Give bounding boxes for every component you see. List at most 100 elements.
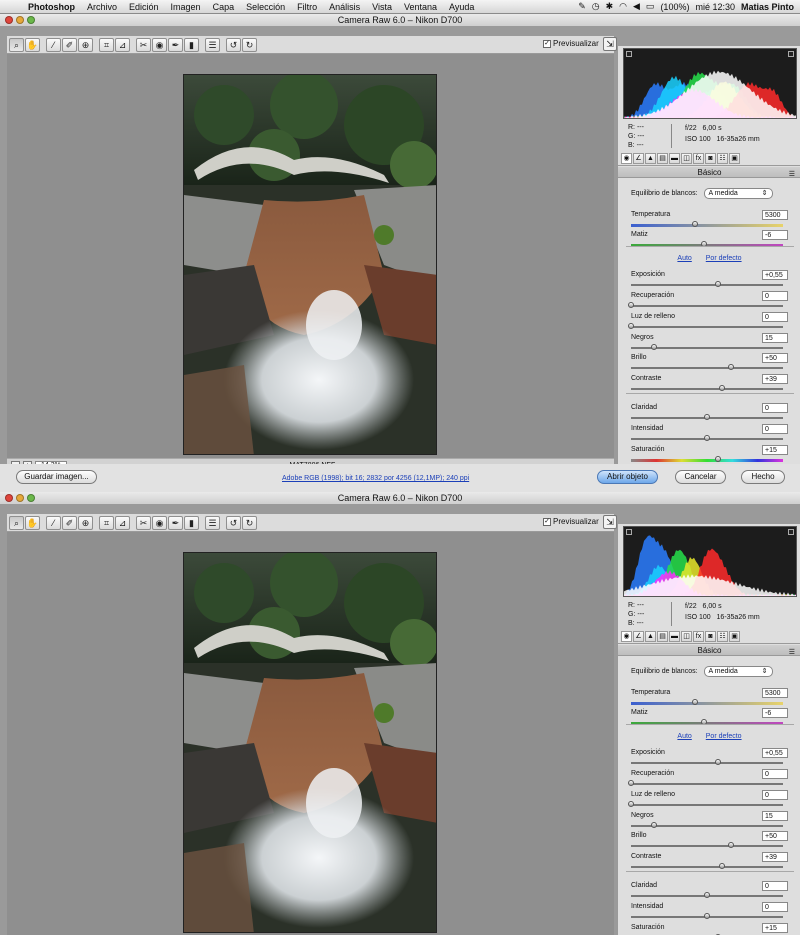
contraste-value-field[interactable]: +39 bbox=[762, 852, 788, 862]
shadow-clipping-icon[interactable] bbox=[626, 529, 632, 535]
close-window-icon[interactable] bbox=[5, 16, 13, 24]
matiz-value-field[interactable]: -6 bbox=[762, 230, 788, 240]
volume-icon[interactable]: ◀ bbox=[633, 1, 640, 12]
exposicion-value-field[interactable]: +0,55 bbox=[762, 748, 788, 758]
open-object-button[interactable]: Abrir objeto bbox=[597, 470, 658, 484]
color-sampler-icon[interactable]: ✐ bbox=[62, 37, 77, 52]
intensidad-slider-thumb[interactable] bbox=[704, 913, 710, 919]
menu-analisis[interactable]: Análisis bbox=[323, 2, 366, 12]
adjustment-brush-icon[interactable]: ✒ bbox=[168, 37, 183, 52]
negros-slider[interactable] bbox=[631, 344, 783, 350]
preferences-icon[interactable]: ☰ bbox=[205, 515, 220, 530]
time-machine-icon[interactable]: ◷ bbox=[592, 1, 600, 12]
menu-photoshop[interactable]: Photoshop bbox=[22, 2, 81, 12]
brillo-slider-thumb[interactable] bbox=[728, 842, 735, 848]
white-balance-select[interactable]: A medida ⇕ bbox=[703, 188, 773, 199]
tab-presets[interactable]: ☷ bbox=[717, 153, 728, 164]
tab-split-toning[interactable]: ▬ bbox=[669, 153, 680, 164]
contraste-value-field[interactable]: +39 bbox=[762, 374, 788, 384]
brillo-slider-thumb[interactable] bbox=[728, 364, 735, 370]
close-window-icon[interactable] bbox=[5, 494, 13, 502]
auto-link[interactable]: Auto bbox=[677, 255, 691, 262]
cancel-button[interactable]: Cancelar bbox=[675, 470, 726, 484]
red-eye-icon[interactable]: ◉ bbox=[152, 515, 167, 530]
rotate-ccw-icon[interactable]: ↺ bbox=[226, 37, 241, 52]
tab-effects[interactable]: fx bbox=[693, 631, 704, 642]
intensidad-slider-thumb[interactable] bbox=[704, 435, 710, 441]
red-eye-icon[interactable]: ◉ bbox=[152, 37, 167, 52]
graduated-filter-icon[interactable]: ▮ bbox=[184, 515, 199, 530]
luz-de-relleno-slider-thumb[interactable] bbox=[628, 323, 634, 329]
menu-imagen[interactable]: Imagen bbox=[165, 2, 207, 12]
battery-icon[interactable]: ▭ bbox=[646, 1, 655, 12]
tab-tone-curve[interactable]: ∠ bbox=[633, 631, 644, 642]
intensidad-slider[interactable] bbox=[631, 435, 783, 441]
menu-ayuda[interactable]: Ayuda bbox=[443, 2, 480, 12]
hand-icon[interactable]: ✋ bbox=[25, 37, 40, 52]
tab-basic[interactable]: ◉ bbox=[621, 631, 632, 642]
saturacion-slider[interactable] bbox=[631, 456, 783, 462]
luz-de-relleno-value-field[interactable]: 0 bbox=[762, 312, 788, 322]
graduated-filter-icon[interactable]: ▮ bbox=[184, 37, 199, 52]
straighten-icon[interactable]: ⊿ bbox=[115, 37, 130, 52]
zoom-window-icon[interactable] bbox=[27, 16, 35, 24]
scripts-icon[interactable]: ✎ bbox=[578, 1, 586, 12]
spot-removal-icon[interactable]: ✂ bbox=[136, 37, 151, 52]
tab-hsl[interactable]: ▤ bbox=[657, 153, 668, 164]
adjustment-brush-icon[interactable]: ✒ bbox=[168, 515, 183, 530]
preview-checkbox[interactable]: ✓ bbox=[543, 39, 551, 48]
recuperacion-slider[interactable] bbox=[628, 780, 783, 786]
brillo-value-field[interactable]: +50 bbox=[762, 353, 788, 363]
exposicion-slider[interactable] bbox=[631, 281, 783, 287]
temperatura-slider[interactable] bbox=[631, 699, 783, 705]
menu-archivo[interactable]: Archivo bbox=[81, 2, 123, 12]
menu-ventana[interactable]: Ventana bbox=[398, 2, 443, 12]
clock[interactable]: mié 12:30 bbox=[695, 2, 735, 12]
saturacion-value-field[interactable]: +15 bbox=[762, 445, 788, 455]
exposicion-slider[interactable] bbox=[631, 759, 783, 765]
luz-de-relleno-slider[interactable] bbox=[628, 801, 783, 807]
brillo-slider[interactable] bbox=[631, 364, 783, 370]
negros-slider[interactable] bbox=[631, 822, 783, 828]
saturacion-slider-thumb[interactable] bbox=[714, 456, 721, 462]
zoom-icon[interactable]: ⌕ bbox=[9, 37, 24, 52]
done-button[interactable]: Hecho bbox=[741, 470, 785, 484]
auto-link[interactable]: Auto bbox=[677, 733, 691, 740]
temperatura-slider-thumb[interactable] bbox=[691, 221, 698, 227]
contraste-slider-thumb[interactable] bbox=[719, 385, 726, 391]
target-adjust-icon[interactable]: ⊕ bbox=[78, 37, 93, 52]
fullscreen-icon[interactable]: ⇲ bbox=[603, 37, 617, 51]
save-image-button[interactable]: Guardar imagen... bbox=[16, 470, 97, 484]
temperatura-value-field[interactable]: 5300 bbox=[762, 210, 788, 220]
claridad-value-field[interactable]: 0 bbox=[762, 881, 788, 891]
tab-camera-calibration[interactable]: ◙ bbox=[705, 631, 716, 642]
preview-checkbox[interactable]: ✓ bbox=[543, 517, 551, 526]
intensidad-value-field[interactable]: 0 bbox=[762, 902, 788, 912]
contraste-slider[interactable] bbox=[631, 385, 783, 391]
shadow-clipping-icon[interactable] bbox=[626, 51, 632, 57]
tab-tone-curve[interactable]: ∠ bbox=[633, 153, 644, 164]
menu-vista[interactable]: Vista bbox=[366, 2, 398, 12]
workflow-options-link[interactable]: Adobe RGB (1998); bit 16; 2832 por 4256 … bbox=[282, 475, 469, 482]
intensidad-slider[interactable] bbox=[631, 913, 783, 919]
negros-slider-thumb[interactable] bbox=[650, 822, 657, 828]
tab-snapshots[interactable]: ▣ bbox=[729, 153, 740, 164]
minimize-window-icon[interactable] bbox=[16, 16, 24, 24]
hand-icon[interactable]: ✋ bbox=[25, 515, 40, 530]
tab-presets[interactable]: ☷ bbox=[717, 631, 728, 642]
wifi-icon[interactable]: ◠ bbox=[619, 1, 627, 12]
menu-filtro[interactable]: Filtro bbox=[291, 2, 323, 12]
luz-de-relleno-value-field[interactable]: 0 bbox=[762, 790, 788, 800]
rotate-cw-icon[interactable]: ↻ bbox=[242, 37, 257, 52]
straighten-icon[interactable]: ⊿ bbox=[115, 515, 130, 530]
preview-toggle[interactable]: ✓ Previsualizar bbox=[543, 517, 599, 526]
menu-capa[interactable]: Capa bbox=[207, 2, 241, 12]
image-canvas[interactable] bbox=[7, 54, 614, 458]
tab-detail[interactable]: ▲ bbox=[645, 153, 656, 164]
tab-lens-corrections[interactable]: ◫ bbox=[681, 153, 692, 164]
claridad-value-field[interactable]: 0 bbox=[762, 403, 788, 413]
panel-menu-icon[interactable]: ☰ bbox=[789, 647, 795, 658]
exposicion-slider-thumb[interactable] bbox=[714, 759, 721, 765]
recuperacion-value-field[interactable]: 0 bbox=[762, 291, 788, 301]
menu-edicion[interactable]: Edición bbox=[123, 2, 165, 12]
